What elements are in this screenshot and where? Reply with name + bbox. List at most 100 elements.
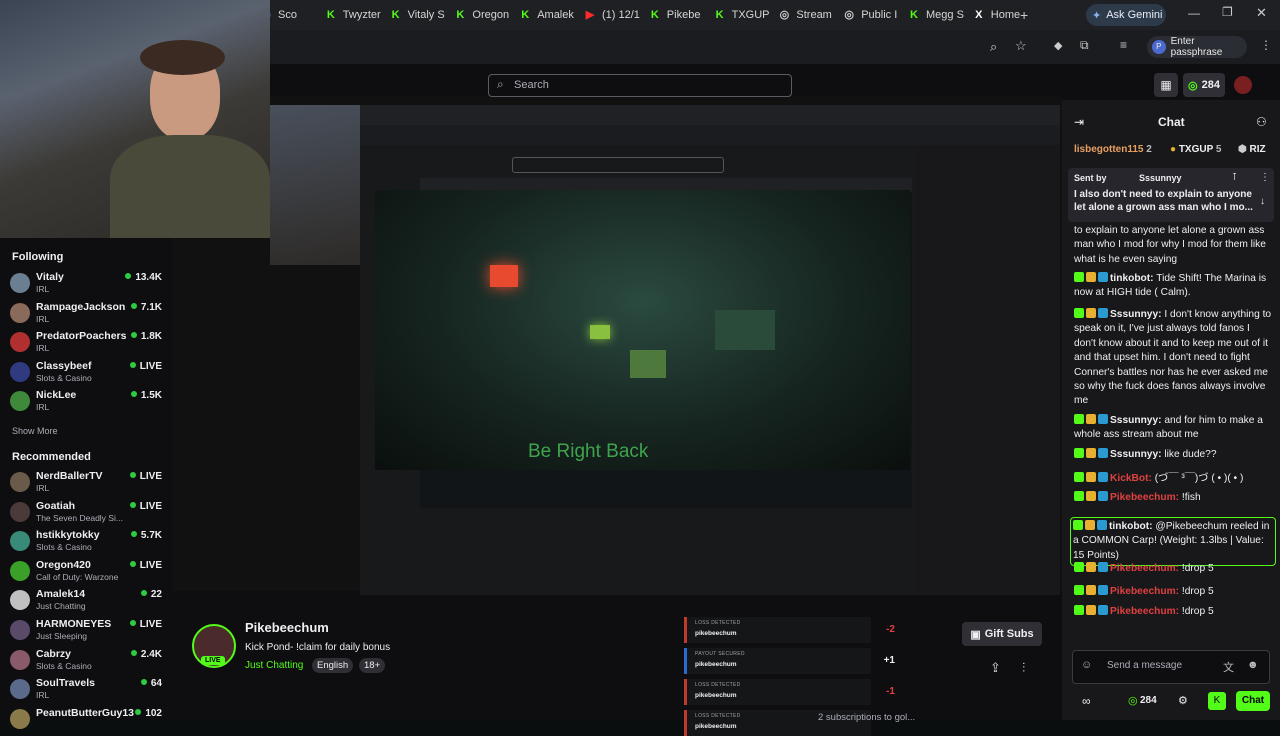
- chat-message[interactable]: tinkobot: @Pikebeechum reeled in a COMMO…: [1070, 517, 1276, 567]
- top-gifter-3[interactable]: ⬢ RIZ: [1238, 144, 1266, 155]
- sidebar-channel[interactable]: NerdBallerTV IRL LIVE: [10, 470, 162, 498]
- chat-username[interactable]: Pikebeechum:: [1110, 492, 1179, 503]
- expand-pinned-icon[interactable]: ↓: [1260, 196, 1265, 207]
- user-avatar[interactable]: [1234, 76, 1252, 94]
- sidebar-channel[interactable]: Cabrzy Slots & Casino 2.4K: [10, 648, 162, 676]
- maximize-button[interactable]: ❐: [1222, 5, 1233, 19]
- chat-username[interactable]: Pikebeechum:: [1110, 563, 1179, 574]
- browser-tab[interactable]: K Oregon: [454, 4, 511, 26]
- webcam-echo: [270, 105, 360, 265]
- top-gifter-1[interactable]: lisbegotten115 2: [1074, 144, 1152, 155]
- search-input[interactable]: ⌕ Search: [488, 74, 792, 97]
- pinned-menu-icon[interactable]: ⋮: [1260, 172, 1270, 183]
- extension-icon[interactable]: ◆: [1054, 39, 1062, 52]
- emote-face-icon[interactable]: ☺: [1081, 659, 1092, 671]
- chat-message[interactable]: Pikebeechum: !drop 5: [1074, 585, 1274, 599]
- browser-tab[interactable]: K Amalek: [519, 4, 576, 26]
- kick-icon: K: [910, 9, 918, 21]
- chat-message[interactable]: Sssunnyy: and for him to make a whole as…: [1074, 414, 1274, 443]
- media-icon[interactable]: ≡: [1120, 38, 1127, 52]
- browser-tab[interactable]: ◎ Public I: [843, 4, 900, 26]
- emoji-icon[interactable]: ☻: [1247, 659, 1259, 671]
- channel-category: Just Sleeping: [36, 631, 88, 641]
- stream-title: Kick Pond- !claim for daily bonus: [245, 642, 391, 653]
- browser-tab[interactable]: K Vitaly S: [390, 4, 447, 26]
- chat-username[interactable]: KickBot:: [1110, 473, 1152, 484]
- minimize-button[interactable]: —: [1188, 6, 1200, 20]
- chat-username[interactable]: Pikebeechum:: [1110, 586, 1179, 597]
- browser-tab[interactable]: K Megg S: [908, 4, 965, 26]
- chat-message[interactable]: KickBot: (づ￣ ³￣)づ ( • )( • ): [1074, 472, 1274, 486]
- sidebar-channel[interactable]: Classybeef Slots & Casino LIVE: [10, 360, 162, 388]
- streamer-name[interactable]: Pikebeechum: [245, 620, 329, 635]
- close-window-button[interactable]: ✕: [1256, 5, 1267, 21]
- chat-message[interactable]: Pikebeechum: !fish: [1074, 491, 1274, 505]
- sidebar-channel[interactable]: PeanutButterGuy13 102: [10, 707, 162, 735]
- category-link[interactable]: Just Chatting: [245, 660, 303, 671]
- chat-message[interactable]: to explain to anyone let alone a grown a…: [1074, 224, 1274, 267]
- chat-username[interactable]: tinkobot:: [1109, 521, 1153, 532]
- sidebar-channel[interactable]: Vitaly IRL 13.4K: [10, 271, 162, 299]
- share-icon[interactable]: ⇪: [990, 660, 1001, 676]
- settings-sliders-icon[interactable]: ⫶: [1022, 660, 1025, 676]
- sidebar-channel[interactable]: HARMONEYES Just Sleeping LIVE: [10, 618, 162, 646]
- sidebar-channel[interactable]: NickLee IRL 1.5K: [10, 389, 162, 417]
- chat-send-button[interactable]: Chat: [1236, 691, 1270, 711]
- sidebar-channel[interactable]: Oregon420 Call of Duty: Warzone LIVE: [10, 559, 162, 587]
- chat-users-icon[interactable]: ⚇: [1256, 115, 1267, 129]
- ask-gemini-button[interactable]: ✦ Ask Gemini: [1086, 4, 1166, 26]
- chat-username[interactable]: tinkobot:: [1110, 273, 1154, 284]
- tag-age[interactable]: 18+: [359, 658, 386, 673]
- translate-icon[interactable]: 文: [1223, 659, 1234, 675]
- chat-username[interactable]: Sssunnyy:: [1110, 309, 1162, 320]
- chat-input[interactable]: ☺ Send a message 文 ☻: [1072, 650, 1270, 684]
- gift-subs-button[interactable]: ▣ Gift Subs: [962, 622, 1042, 646]
- passphrase-button[interactable]: P Enter passphrase: [1147, 36, 1247, 58]
- browser-tab[interactable]: ◎ Stream: [778, 4, 835, 26]
- pinned-message[interactable]: Sent by Sssunnyy ⊺ ⋮ I also don't need t…: [1068, 168, 1274, 222]
- sidebar-channel[interactable]: SoulTravels IRL 64: [10, 677, 162, 705]
- globe-icon: ◎: [779, 9, 790, 21]
- points-button[interactable]: ◎ 284: [1183, 73, 1225, 97]
- chat-username[interactable]: Sssunnyy:: [1110, 449, 1162, 460]
- channel-viewers: 13.4K: [125, 272, 162, 283]
- infinity-icon[interactable]: ∞: [1082, 694, 1091, 708]
- emote-picker-icon[interactable]: K: [1208, 692, 1226, 710]
- browser-tab[interactable]: K Twyzter: [325, 4, 382, 26]
- browser-tab[interactable]: K TXGUP: [714, 4, 771, 26]
- chat-badge-icon: [1074, 448, 1084, 458]
- chat-username[interactable]: Sssunnyy:: [1110, 415, 1162, 426]
- chat-message[interactable]: Pikebeechum: !drop 5: [1074, 605, 1274, 619]
- pin-icon[interactable]: ⊺: [1232, 172, 1237, 183]
- sidebar-channel[interactable]: Amalek14 Just Chatting 22: [10, 588, 162, 616]
- menu-kebab-icon[interactable]: ⋮: [1260, 38, 1272, 52]
- sidebar-channel[interactable]: hstikkytokky Slots & Casino 5.7K: [10, 529, 162, 557]
- sidebar-channel[interactable]: Goatiah The Seven Deadly Si... LIVE: [10, 500, 162, 528]
- chat-username[interactable]: Pikebeechum:: [1110, 606, 1179, 617]
- sidebar-channel[interactable]: RampageJackson IRL 7.1K: [10, 301, 162, 329]
- chat-message[interactable]: Pikebeechum: !drop 5: [1074, 562, 1274, 576]
- live-dot-icon: [130, 391, 137, 398]
- top-gifter-2-name: TXGUP: [1178, 144, 1214, 155]
- bookmark-star-icon[interactable]: ☆: [1015, 38, 1027, 54]
- zoom-icon[interactable]: ⌕: [990, 39, 997, 55]
- browser-tab[interactable]: ▶ (1) 12/1: [584, 4, 641, 26]
- chat-badge-icon: [1086, 585, 1096, 595]
- channel-name: Amalek14: [36, 588, 86, 601]
- top-gifter-2-count: 5: [1215, 144, 1222, 155]
- tag-language[interactable]: English: [312, 658, 354, 673]
- browser-tab[interactable]: K Pikebe: [649, 4, 706, 26]
- show-more-link[interactable]: Show More: [12, 426, 58, 436]
- library-icon[interactable]: ▦: [1154, 73, 1178, 97]
- chat-message[interactable]: tinkobot: Tide Shift! The Marina is now …: [1074, 272, 1274, 301]
- chat-settings-icon[interactable]: ⚙: [1178, 694, 1188, 707]
- puzzle-icon[interactable]: ⧉: [1080, 38, 1089, 53]
- chat-message[interactable]: Sssunnyy: I don't know anything to speak…: [1074, 308, 1274, 409]
- kick-icon: K: [456, 9, 465, 21]
- chat-message[interactable]: Sssunnyy: like dude??: [1074, 448, 1274, 462]
- new-tab-button[interactable]: +: [1020, 7, 1028, 23]
- top-gifter-2[interactable]: ● TXGUP 5: [1170, 144, 1221, 155]
- sidebar-channel[interactable]: PredatorPoachers IRL 1.8K: [10, 330, 162, 358]
- collapse-chat-icon[interactable]: ⇥: [1074, 115, 1084, 129]
- chat-badge-icon: [1098, 562, 1108, 572]
